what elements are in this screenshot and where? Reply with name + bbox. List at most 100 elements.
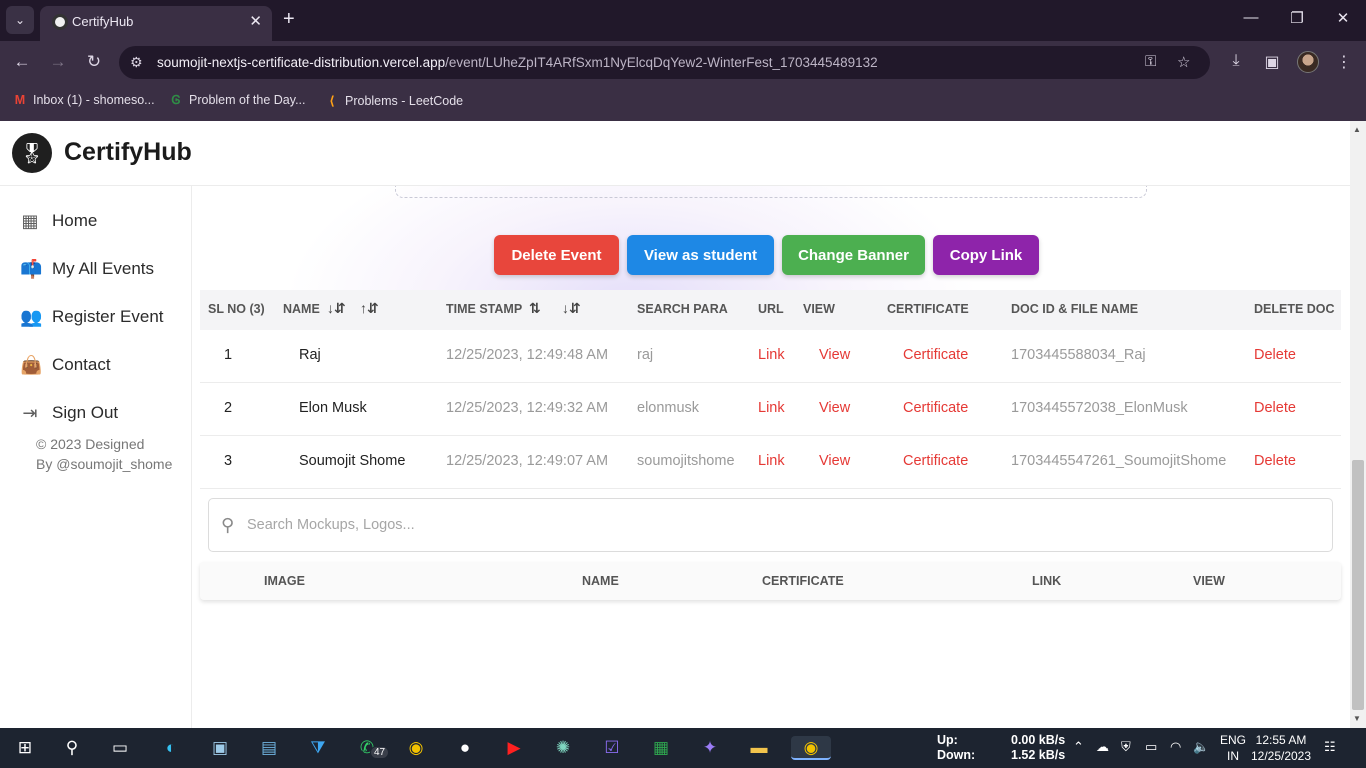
tab-search-chevron-icon[interactable]: ⌄ — [6, 6, 34, 34]
link-url[interactable]: Link — [758, 453, 785, 469]
browser-tab[interactable]: CertifyHub ✕ — [40, 6, 272, 41]
cell-doc-id: 1703445572038_ElonMusk — [1011, 400, 1188, 416]
sidebar-item-label: Register Event — [52, 307, 164, 326]
sort-asc-icon[interactable]: ↑⇵ — [360, 300, 379, 317]
windows-start-icon[interactable]: ⊞ — [12, 736, 38, 760]
tray-chevron-icon[interactable]: ⌃ — [1073, 739, 1084, 755]
scroll-down-icon[interactable]: ▼ — [1353, 714, 1361, 723]
link-certificate[interactable]: Certificate — [903, 347, 968, 363]
medal-logo-icon[interactable]: 🎖 — [12, 133, 52, 173]
delete-event-button[interactable]: Delete Event — [494, 235, 619, 275]
tasks-app-icon[interactable]: ☑ — [599, 736, 625, 760]
bookmark-gmail[interactable]: M Inbox (1) - shomeso... — [12, 93, 155, 107]
notification-icon[interactable]: ☷ — [1324, 739, 1336, 755]
whatsapp-badge: 47 — [370, 746, 390, 759]
chrome-icon[interactable]: ◉ — [403, 736, 429, 760]
profile-avatar[interactable] — [1297, 51, 1319, 73]
net-values: 0.00 kB/s 1.52 kB/s — [1011, 733, 1065, 763]
change-banner-button[interactable]: Change Banner — [782, 235, 925, 275]
sidebar-item-contact[interactable]: 👜 Contact — [20, 351, 111, 379]
bookmark-leetcode[interactable]: ⟨ Problems - LeetCode — [324, 93, 463, 108]
menu-kebab-icon[interactable]: ⋮ — [1332, 52, 1356, 72]
onedrive-icon[interactable]: ☁ — [1096, 739, 1109, 755]
footer-note: © 2023 Designed By @soumojit_shome — [36, 434, 172, 474]
chrome-active-icon[interactable]: ◉ — [791, 736, 831, 760]
delete-doc-link[interactable]: Delete — [1254, 400, 1296, 416]
task-view-icon[interactable]: ▭ — [107, 736, 133, 760]
language-indicator[interactable]: ENG IN — [1218, 732, 1248, 764]
wifi-icon[interactable]: ◠ — [1170, 739, 1181, 755]
download-icon[interactable]: ⤓ — [1224, 52, 1248, 70]
file-explorer-icon[interactable]: ▬ — [746, 736, 772, 760]
window-close-icon[interactable]: ✕ — [1328, 9, 1358, 27]
leetcode-icon: ⟨ — [329, 94, 335, 108]
sidebar-item-sign-out[interactable]: ⇥ Sign Out — [20, 399, 118, 427]
link-view[interactable]: View — [819, 347, 850, 363]
laptop-app-icon[interactable]: ▤ — [256, 736, 282, 760]
scrollbar-thumb[interactable] — [1352, 460, 1364, 710]
new-tab-icon[interactable]: + — [283, 8, 295, 31]
sort-time-desc-icon[interactable]: ↓⇵ — [562, 300, 581, 317]
back-icon[interactable]: ← — [10, 52, 34, 72]
sidebar-item-my-events[interactable]: 📫 My All Events — [20, 255, 154, 283]
col-view: VIEW — [1193, 574, 1225, 588]
view-as-student-button[interactable]: View as student — [627, 235, 774, 275]
app-header: 🎖 CertifyHub — [0, 121, 1350, 186]
sort-time-asc-icon[interactable]: ⇅ — [529, 300, 541, 317]
link-certificate[interactable]: Certificate — [903, 400, 968, 416]
browser-tab-bar: ⌄ CertifyHub ✕ + — ❐ ✕ — [0, 0, 1366, 41]
lang-line: ENG — [1219, 733, 1246, 747]
battery-icon[interactable]: ▭ — [1145, 739, 1157, 755]
site-info-icon[interactable]: ⚙ — [130, 54, 143, 71]
side-panel-icon[interactable]: ▣ — [1260, 52, 1284, 72]
search-input[interactable] — [247, 513, 1307, 537]
link-certificate[interactable]: Certificate — [903, 453, 968, 469]
photos-icon[interactable]: ▣ — [207, 736, 233, 760]
github-icon[interactable]: ● — [452, 736, 478, 760]
sort-desc-icon[interactable]: ↓⇵ — [327, 300, 346, 317]
gemini-icon[interactable]: ✦ — [697, 736, 723, 760]
close-tab-icon[interactable]: ✕ — [249, 12, 262, 30]
table-row: 2 Elon Musk 12/25/2023, 12:49:32 AM elon… — [200, 383, 1341, 436]
search-taskbar-icon[interactable]: ⚲ — [59, 736, 85, 760]
delete-doc-link[interactable]: Delete — [1254, 453, 1296, 469]
col-name: NAME — [582, 574, 619, 588]
sidebar-item-home[interactable]: ▦ Home — [20, 207, 97, 235]
bookmark-label: Inbox (1) - shomeso... — [33, 93, 155, 107]
vscode-icon[interactable]: ⧩ — [305, 736, 331, 760]
edge-icon[interactable]: ◐ — [158, 736, 184, 760]
key-icon[interactable]: ⚿ — [1145, 53, 1156, 70]
forward-icon[interactable]: → — [46, 52, 70, 72]
col-name: NAME — [283, 302, 320, 316]
table-row: 1 Raj 12/25/2023, 12:49:48 AM raj Link V… — [200, 330, 1341, 383]
link-url[interactable]: Link — [758, 400, 785, 416]
participants-table: SL NO (3) NAME ↓⇵ ↑⇵ TIME STAMP ⇅ ↓⇵ SEA… — [200, 290, 1341, 489]
brand-title[interactable]: CertifyHub — [64, 138, 192, 167]
col-doc-id: DOC ID & FILE NAME — [1011, 302, 1139, 316]
link-view[interactable]: View — [819, 453, 850, 469]
sidebar-item-register-event[interactable]: 👥 Register Event — [20, 303, 164, 331]
clock[interactable]: 12:55 AM 12/25/2023 — [1250, 732, 1312, 764]
sidebar-item-label: Home — [52, 211, 98, 230]
chatgpt-icon[interactable]: ✺ — [550, 736, 576, 760]
classroom-icon[interactable]: ▦ — [648, 736, 674, 760]
address-bar[interactable]: ⚙ soumojit-nextjs-certificate-distributi… — [119, 46, 1210, 79]
restore-icon[interactable]: ❐ — [1282, 9, 1312, 27]
cell-name: Soumojit Shome — [299, 453, 406, 469]
link-view[interactable]: View — [819, 400, 850, 416]
delete-doc-link[interactable]: Delete — [1254, 347, 1296, 363]
volume-icon[interactable]: 🔈 — [1193, 739, 1209, 755]
bookmark-star-icon[interactable]: ☆ — [1177, 53, 1190, 71]
scroll-up-icon[interactable]: ▲ — [1353, 125, 1361, 134]
cell-timestamp: 12/25/2023, 12:49:32 AM — [446, 400, 609, 416]
link-url[interactable]: Link — [758, 347, 785, 363]
reload-icon[interactable]: ↻ — [82, 52, 106, 72]
bookmark-gfg[interactable]: Ꮆ Problem of the Day... — [168, 93, 306, 108]
youtube-icon[interactable]: ▶ — [501, 736, 527, 760]
cell-search-para: raj — [637, 347, 654, 363]
url-text[interactable]: soumojit-nextjs-certificate-distribution… — [157, 55, 878, 70]
security-shield-icon[interactable]: ⛨ — [1121, 739, 1131, 755]
copy-link-button[interactable]: Copy Link — [933, 235, 1039, 275]
net-up-value: 0.00 kB/s — [1011, 733, 1066, 747]
minimize-icon[interactable]: — — [1236, 9, 1266, 26]
